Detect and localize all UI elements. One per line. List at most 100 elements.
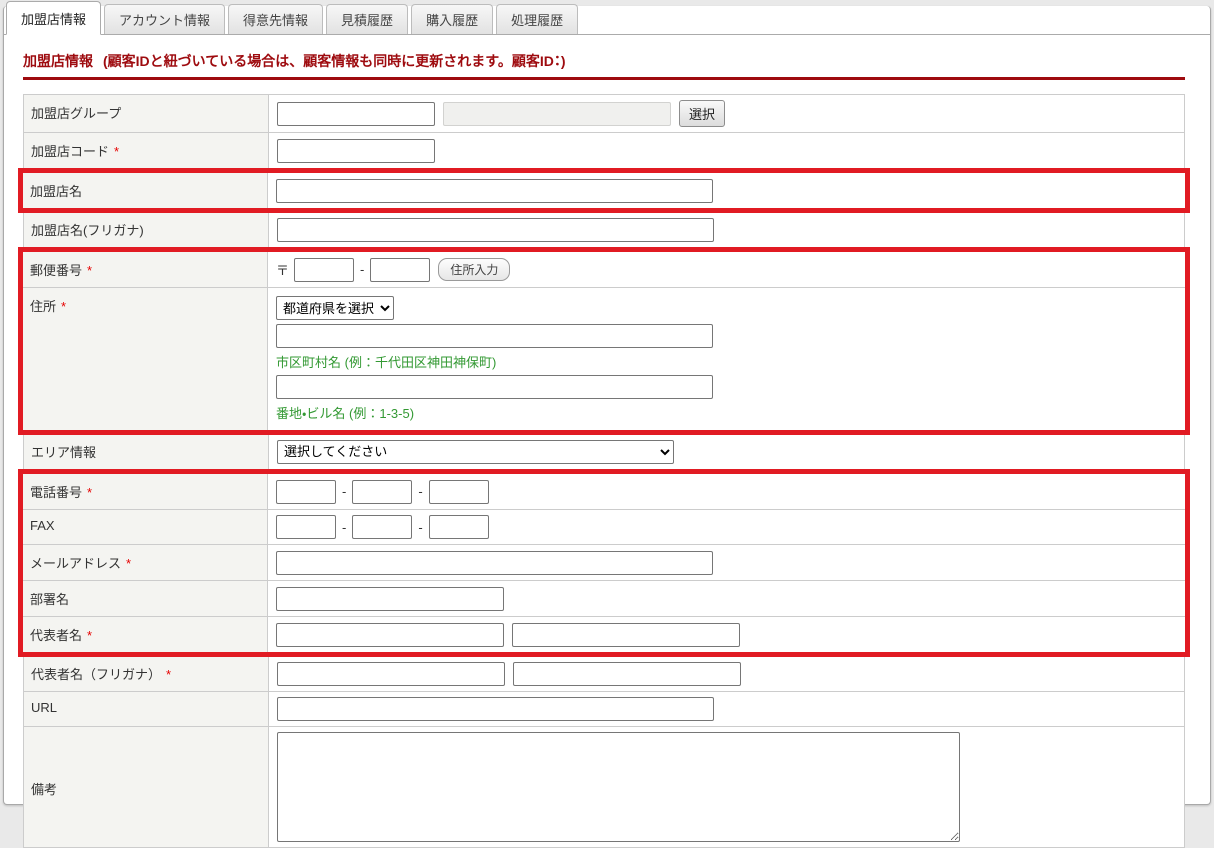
row-merchant-name: 加盟店名 bbox=[23, 173, 1185, 208]
representative-kana-input-last[interactable] bbox=[277, 661, 505, 686]
tab-quote-history[interactable]: 見積履歴 bbox=[326, 4, 409, 34]
required-marker: * bbox=[166, 667, 172, 682]
label-text: 加盟店コード bbox=[31, 144, 110, 159]
title-divider bbox=[23, 77, 1185, 80]
prefecture-select[interactable]: 都道府県を選択 bbox=[276, 296, 394, 320]
merchant-name-value bbox=[268, 173, 1185, 208]
row-url: URL bbox=[24, 692, 1184, 727]
address-lookup-button[interactable]: 住所入力 bbox=[438, 258, 511, 281]
highlight-contact-block: 電話番号 * - - FAX - - メールアドレス * 部署名 代表者名 * bbox=[18, 469, 1190, 657]
row-postal-code: 郵便番号 * 〒 - 住所入力 bbox=[23, 252, 1185, 288]
phone-input-1[interactable] bbox=[276, 479, 336, 504]
tab-purchase-history[interactable]: 購入履歴 bbox=[411, 4, 494, 34]
department-label: 部署名 bbox=[23, 581, 268, 616]
label-text: 備考 bbox=[31, 782, 58, 797]
address-value: 都道府県を選択 市区町村名 (例：千代田区神田神保町) 番地・ビル名 (例：1-… bbox=[268, 288, 1185, 430]
url-value bbox=[269, 692, 1184, 726]
tab-account-info[interactable]: アカウント情報 bbox=[104, 4, 226, 34]
label-text: 加盟店グループ bbox=[31, 106, 122, 121]
tab-content: 加盟店情報 (顧客IDと紐づいている場合は、顧客情報も同時に更新されます。顧客ID… bbox=[4, 35, 1210, 848]
postal-code-value: 〒 - 住所入力 bbox=[268, 252, 1185, 287]
representative-input-last[interactable] bbox=[276, 622, 504, 647]
phone-input-2[interactable] bbox=[352, 479, 413, 504]
dash-separator: - bbox=[418, 519, 423, 535]
fax-input-1[interactable] bbox=[276, 515, 336, 539]
representative-kana-value bbox=[269, 656, 1184, 691]
postal-code-input-1[interactable] bbox=[294, 257, 355, 282]
tab-bar: 加盟店情報 アカウント情報 得意先情報 見積履歴 購入履歴 処理履歴 bbox=[4, 1, 1210, 35]
merchant-name-kana-input[interactable] bbox=[277, 217, 714, 242]
tab-merchant-info[interactable]: 加盟店情報 bbox=[6, 1, 102, 35]
required-marker: * bbox=[87, 485, 93, 500]
url-label: URL bbox=[24, 692, 269, 726]
merchant-group-select-button[interactable]: 選択 bbox=[679, 100, 726, 127]
fax-label: FAX bbox=[23, 510, 268, 544]
merchant-group-value: 選択 bbox=[269, 95, 1184, 132]
label-text: 住所 bbox=[30, 299, 57, 314]
area-select[interactable]: 選択してください bbox=[277, 439, 674, 464]
postal-code-label: 郵便番号 * bbox=[23, 252, 268, 287]
department-input[interactable] bbox=[276, 586, 504, 611]
notes-value bbox=[269, 727, 1184, 847]
postal-code-input-2[interactable] bbox=[370, 257, 431, 282]
city-input[interactable] bbox=[276, 324, 713, 348]
merchant-name-kana-label: 加盟店名(フリガナ) bbox=[24, 212, 269, 247]
label-text: 加盟店名(フリガナ) bbox=[31, 223, 144, 238]
fax-value: - - bbox=[268, 510, 1185, 544]
label-text: エリア情報 bbox=[31, 445, 97, 460]
department-value bbox=[268, 581, 1185, 616]
required-marker: * bbox=[126, 556, 132, 571]
address-label: 住所 * bbox=[23, 288, 268, 430]
phone-value: - - bbox=[268, 474, 1185, 509]
label-text: 郵便番号 bbox=[30, 263, 83, 278]
row-representative: 代表者名 * bbox=[23, 617, 1185, 652]
merchant-form: 加盟店グループ 選択 加盟店コード * 加盟店名 加盟店名(フリガナ) 郵便番号… bbox=[18, 94, 1190, 848]
row-phone: 電話番号 * - - bbox=[23, 474, 1185, 510]
notes-textarea[interactable] bbox=[277, 732, 960, 842]
tab-customer-info[interactable]: 得意先情報 bbox=[228, 4, 324, 34]
label-text: URL bbox=[31, 700, 58, 715]
representative-value bbox=[268, 617, 1185, 652]
merchant-code-label: 加盟店コード * bbox=[24, 133, 269, 168]
row-notes: 備考 bbox=[24, 727, 1184, 848]
row-area-info: エリア情報 選択してください bbox=[24, 434, 1184, 470]
highlight-merchant-name: 加盟店名 bbox=[18, 168, 1190, 213]
fax-input-2[interactable] bbox=[352, 515, 413, 539]
row-fax: FAX - - bbox=[23, 510, 1185, 545]
merchant-group-input[interactable] bbox=[277, 101, 435, 126]
row-department: 部署名 bbox=[23, 581, 1185, 617]
page-title-text: 加盟店情報 bbox=[23, 53, 93, 69]
postal-mark: 〒 bbox=[276, 263, 290, 278]
merchant-code-value bbox=[269, 133, 1184, 168]
merchant-name-label: 加盟店名 bbox=[23, 173, 268, 208]
merchant-group-label: 加盟店グループ bbox=[24, 95, 269, 132]
area-info-value: 選択してください bbox=[269, 434, 1184, 469]
required-marker: * bbox=[114, 144, 120, 159]
page-title-note: (顧客IDと紐づいている場合は、顧客情報も同時に更新されます。顧客ID：) bbox=[103, 53, 566, 69]
merchant-code-input[interactable] bbox=[277, 138, 435, 163]
row-merchant-name-kana: 加盟店名(フリガナ) bbox=[24, 212, 1184, 248]
representative-kana-input-first[interactable] bbox=[513, 661, 741, 686]
email-value bbox=[268, 545, 1185, 580]
fax-input-3[interactable] bbox=[428, 515, 489, 539]
email-input[interactable] bbox=[276, 550, 713, 575]
merchant-name-kana-value bbox=[269, 212, 1184, 247]
notes-label: 備考 bbox=[24, 727, 269, 847]
merchant-group-display bbox=[443, 101, 671, 126]
area-info-label: エリア情報 bbox=[24, 434, 269, 469]
label-text: 電話番号 bbox=[30, 485, 83, 500]
representative-input-first[interactable] bbox=[512, 622, 740, 647]
highlight-postal-address: 郵便番号 * 〒 - 住所入力 住所 * 都道府県を選択 市区町村名 (例：千代… bbox=[18, 247, 1190, 435]
row-address: 住所 * 都道府県を選択 市区町村名 (例：千代田区神田神保町) 番地・ビル名 (… bbox=[23, 288, 1185, 430]
row-merchant-group: 加盟店グループ 選択 bbox=[24, 95, 1184, 133]
tab-process-history[interactable]: 処理履歴 bbox=[496, 4, 579, 34]
street-input[interactable] bbox=[276, 375, 713, 399]
label-text: 代表者名 bbox=[30, 628, 83, 643]
dash-separator: - bbox=[342, 484, 347, 499]
email-label: メールアドレス * bbox=[23, 545, 268, 580]
row-merchant-code: 加盟店コード * bbox=[24, 133, 1184, 169]
phone-input-3[interactable] bbox=[428, 479, 489, 504]
row-representative-kana: 代表者名（フリガナ） * bbox=[24, 656, 1184, 692]
merchant-name-input[interactable] bbox=[276, 178, 713, 203]
url-input[interactable] bbox=[277, 697, 714, 721]
